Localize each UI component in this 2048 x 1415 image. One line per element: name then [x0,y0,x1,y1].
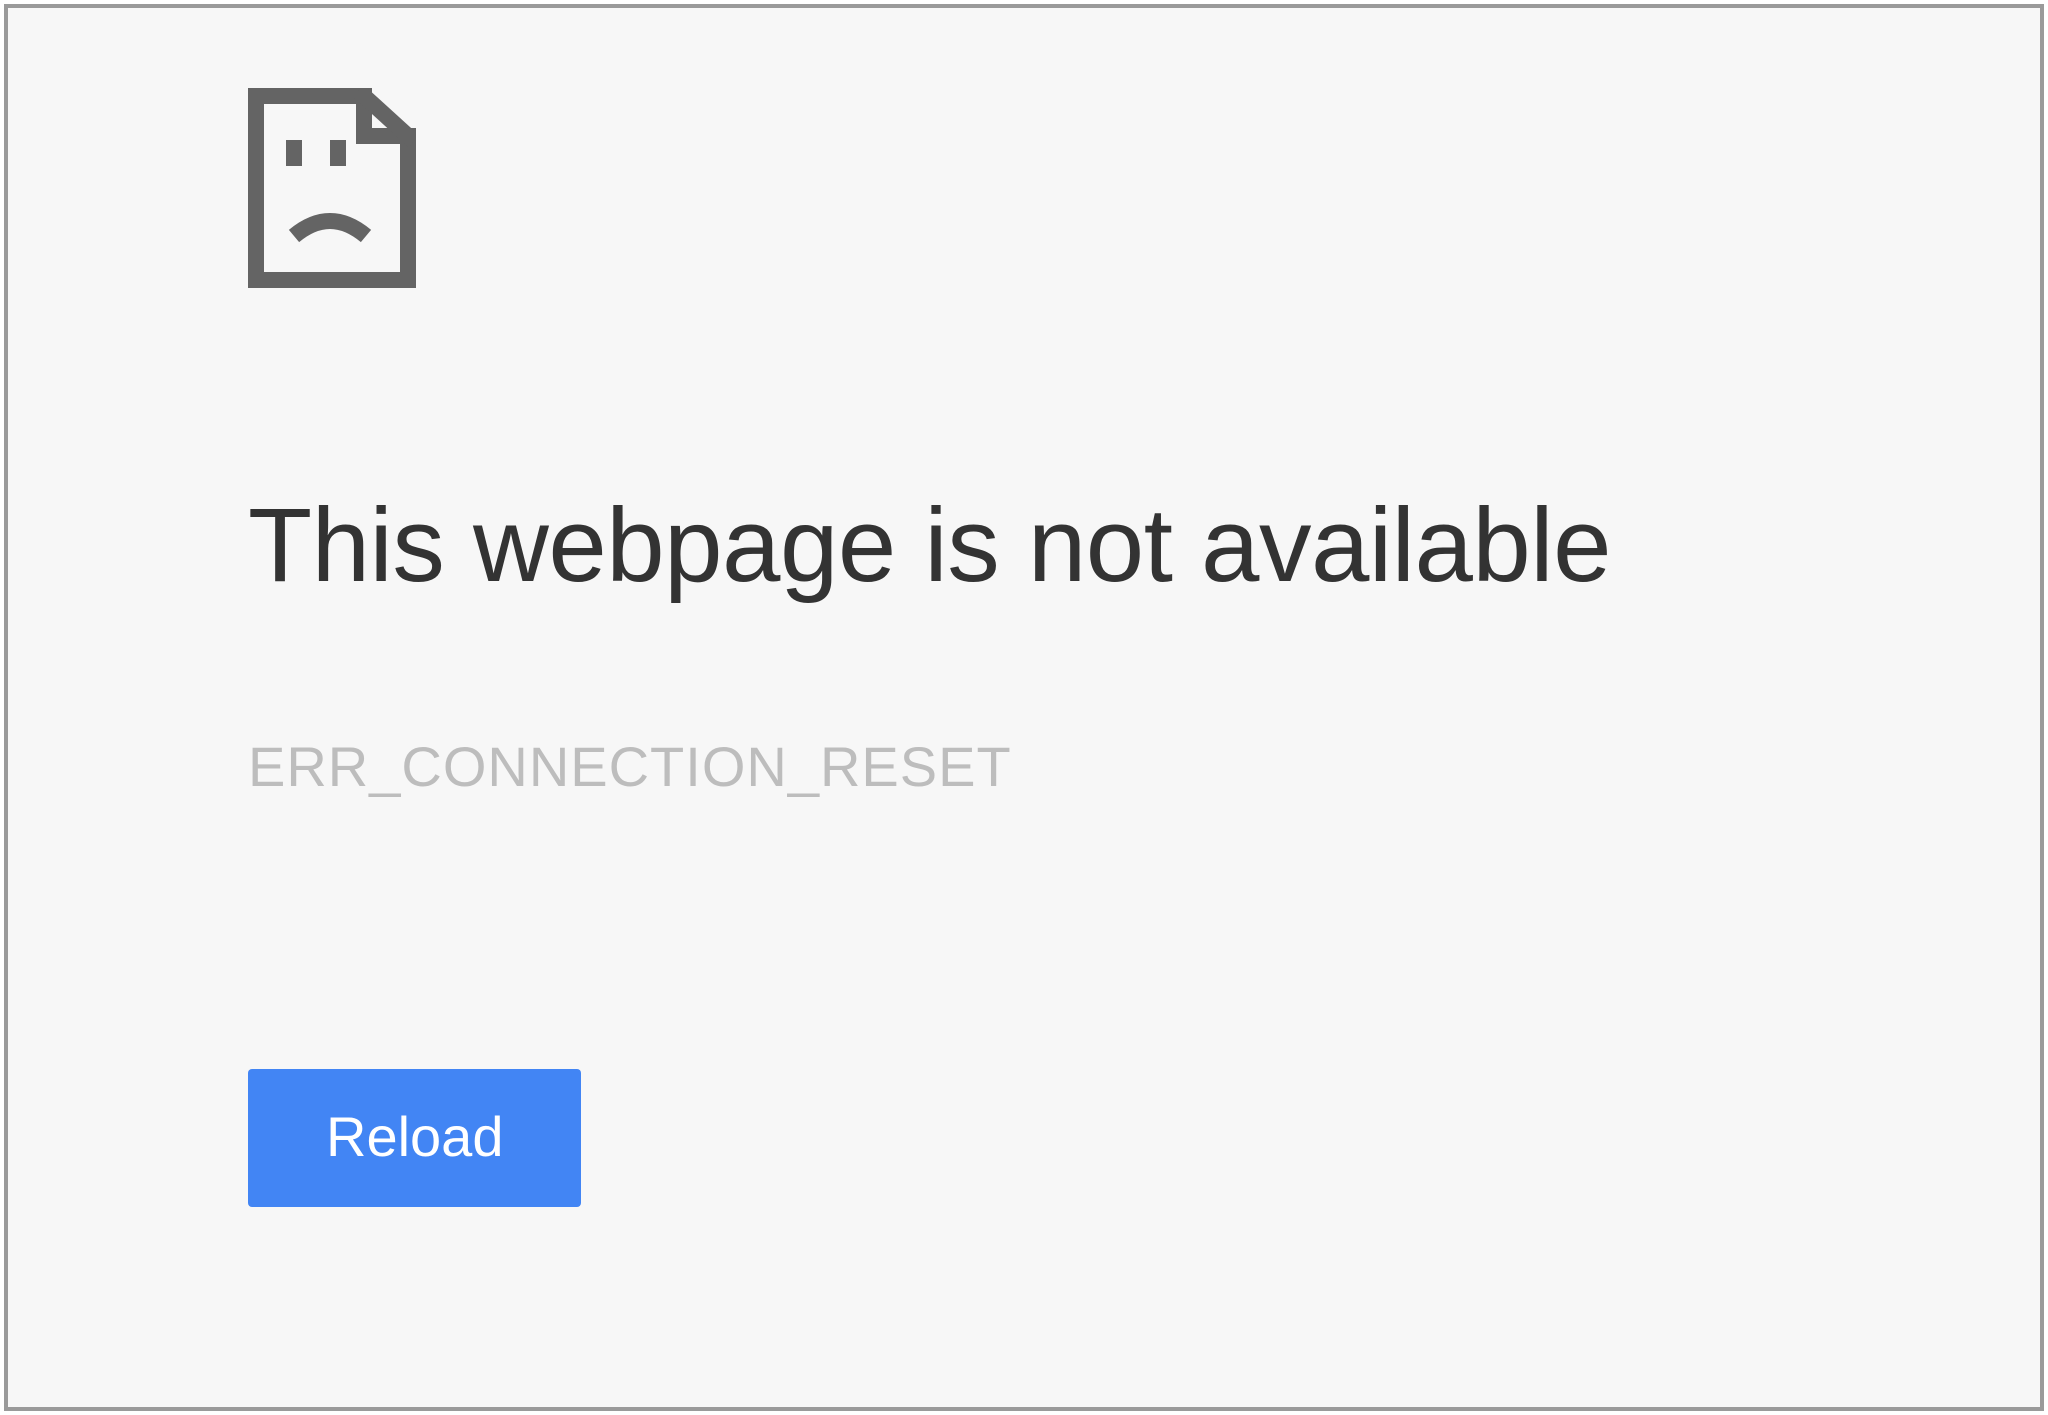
sad-page-icon [248,88,1948,288]
reload-button[interactable]: Reload [248,1069,581,1207]
sad-page-icon-svg [248,88,416,288]
error-code: ERR_CONNECTION_RESET [248,734,1948,799]
error-title: This webpage is not available [248,488,1948,604]
error-content: This webpage is not available ERR_CONNEC… [248,88,1948,1207]
error-page-frame: This webpage is not available ERR_CONNEC… [4,4,2044,1411]
